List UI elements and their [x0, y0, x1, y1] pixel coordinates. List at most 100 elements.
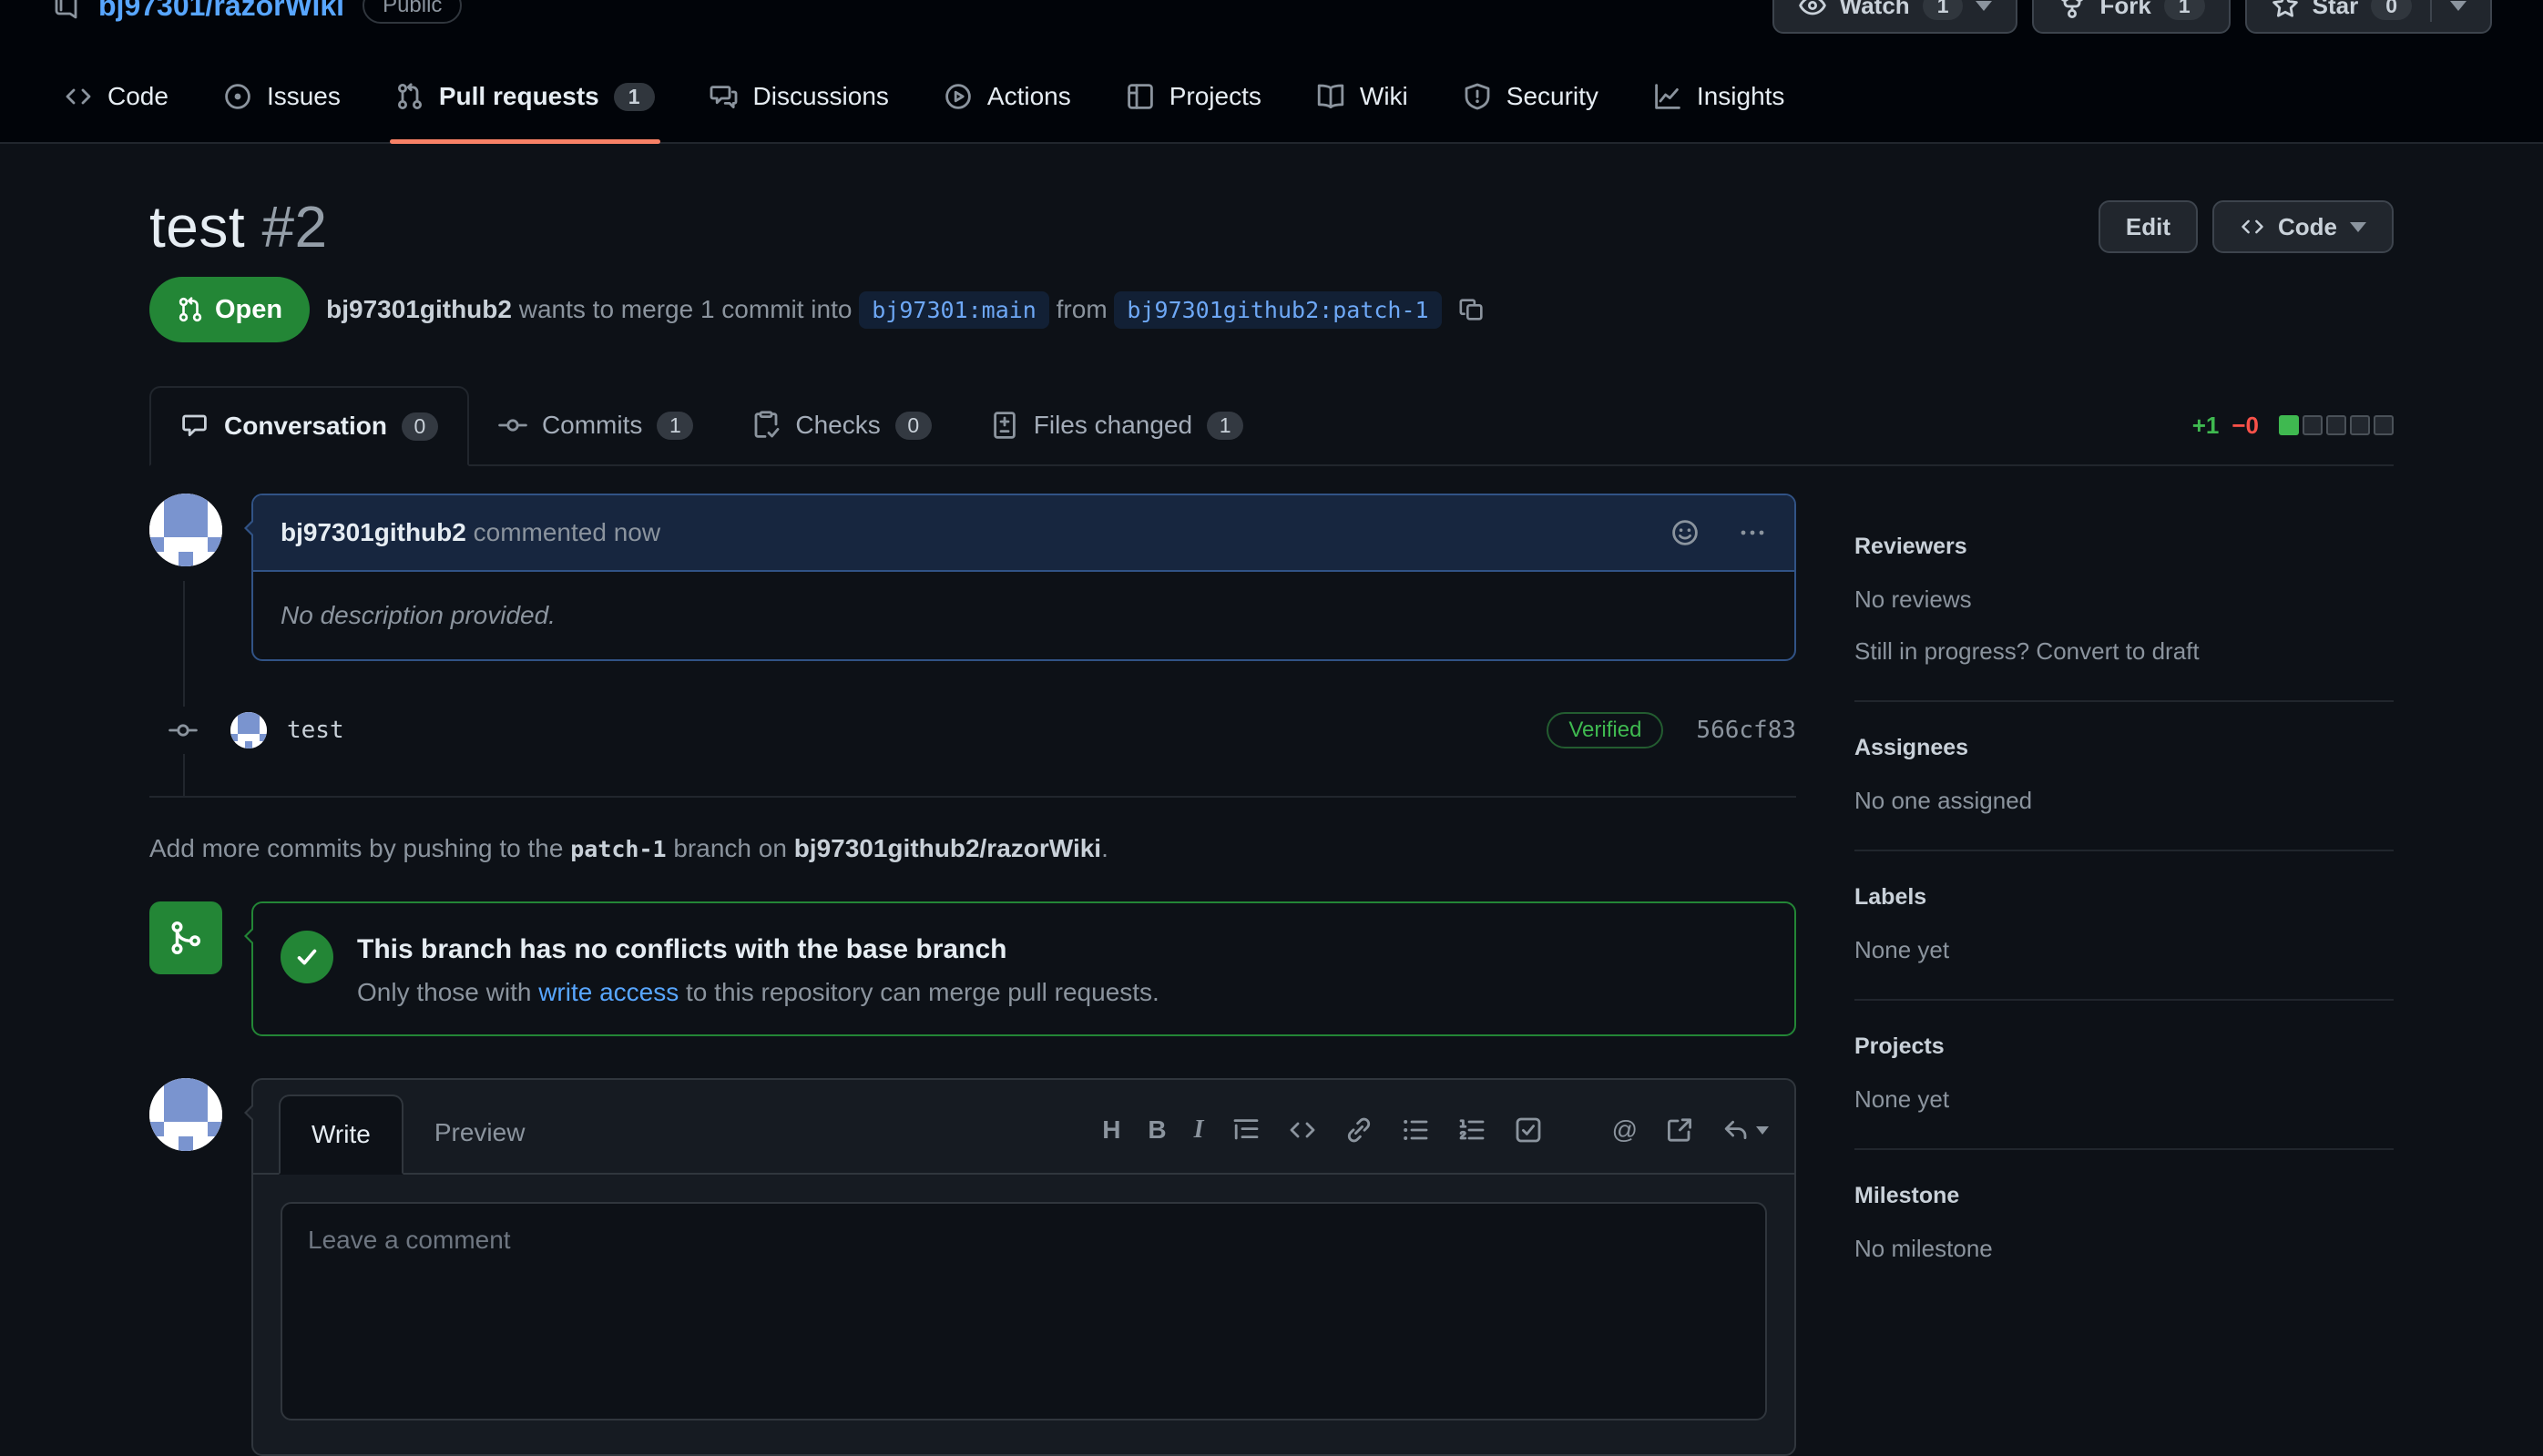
- nav-item-issues[interactable]: Issues: [196, 51, 368, 142]
- quote-icon[interactable]: [1231, 1115, 1261, 1145]
- pr-header: test #2 Edit Code: [149, 193, 2394, 260]
- numbered-list-icon[interactable]: [1457, 1115, 1486, 1145]
- tab-commits[interactable]: Commits 1: [469, 386, 722, 464]
- current-user-avatar[interactable]: [149, 1078, 222, 1151]
- play-icon: [944, 82, 973, 111]
- commit-row: test Verified 566cf83: [149, 707, 1796, 754]
- sidebar-section-assignees[interactable]: Assignees No one assigned: [1854, 735, 2394, 851]
- comment-author-link[interactable]: bj97301github2: [281, 518, 466, 546]
- smiley-icon[interactable]: [1670, 518, 1700, 547]
- divider: [2430, 0, 2432, 22]
- deletions-count: −0: [2232, 412, 2259, 440]
- edit-label: Edit: [2126, 213, 2170, 241]
- kebab-menu-icon[interactable]: [1738, 518, 1767, 547]
- section-title: Assignees: [1854, 735, 2394, 761]
- star-icon: [2271, 0, 2300, 20]
- reply-icon: [1721, 1115, 1751, 1145]
- visibility-badge: Public: [363, 0, 462, 24]
- push-hint-text: .: [1101, 834, 1108, 862]
- tab-preview[interactable]: Preview: [403, 1093, 557, 1173]
- shield-icon: [1463, 82, 1492, 111]
- repo-bold: bj97301github2/razorWiki: [794, 834, 1101, 862]
- pr-status-row: Open bj97301github2 wants to merge 1 com…: [149, 277, 2394, 342]
- mention-icon[interactable]: @: [1612, 1115, 1638, 1145]
- pull-request-icon: [395, 82, 424, 111]
- edit-button[interactable]: Edit: [2099, 200, 2198, 253]
- nav-label: Code: [107, 82, 169, 111]
- avatar[interactable]: [149, 494, 222, 566]
- fork-count: 1: [2164, 0, 2205, 20]
- tab-files-changed[interactable]: Files changed 1: [961, 386, 1272, 464]
- chevron-down-icon: [2450, 1, 2466, 11]
- sidebar-section-reviewers[interactable]: Reviewers No reviews Still in progress? …: [1854, 534, 2394, 702]
- tab-write[interactable]: Write: [279, 1095, 403, 1175]
- chevron-down-icon: [2350, 222, 2366, 232]
- file-diff-icon: [990, 411, 1019, 440]
- tab-label: Conversation: [224, 412, 387, 441]
- watch-button[interactable]: Watch 1: [1772, 0, 2018, 34]
- nav-item-insights[interactable]: Insights: [1626, 51, 1813, 142]
- pr-author-link[interactable]: bj97301github2: [326, 295, 512, 323]
- fork-button[interactable]: Fork 1: [2032, 0, 2230, 34]
- tab-label: Checks: [795, 411, 880, 440]
- additions-count: +1: [2192, 412, 2220, 440]
- sidebar-section-milestone[interactable]: Milestone No milestone: [1854, 1183, 2394, 1298]
- bold-icon[interactable]: B: [1148, 1115, 1166, 1145]
- merge-status-title: This branch has no conflicts with the ba…: [357, 934, 1159, 965]
- base-ref-label[interactable]: bj97301:main: [859, 291, 1049, 329]
- nav-label: Issues: [267, 82, 341, 111]
- commit-author-avatar[interactable]: [230, 712, 267, 748]
- merge-status-box: This branch has no conflicts with the ba…: [251, 901, 1796, 1036]
- write-access-link[interactable]: write access: [538, 978, 679, 1006]
- link-icon[interactable]: [1344, 1115, 1374, 1145]
- nav-item-actions[interactable]: Actions: [916, 51, 1098, 142]
- chevron-down-icon: [1756, 1126, 1769, 1135]
- merge-status-subtitle: Only those with write access to this rep…: [357, 978, 1159, 1007]
- discussions-icon: [710, 82, 739, 111]
- pr-number: #2: [261, 194, 327, 260]
- commit-sha-link[interactable]: 566cf83: [1696, 717, 1796, 744]
- comment-body: No description provided.: [253, 572, 1794, 659]
- tab-label: Files changed: [1034, 411, 1192, 440]
- verified-badge[interactable]: Verified: [1547, 712, 1663, 748]
- nav-item-projects[interactable]: Projects: [1098, 51, 1289, 142]
- commit-message-link[interactable]: test: [287, 717, 344, 744]
- sidebar-section-projects[interactable]: Projects None yet: [1854, 1033, 2394, 1150]
- push-hint-text: Add more commits by pushing to the: [149, 834, 570, 862]
- merge-sub-text: to this repository can merge pull reques…: [679, 978, 1159, 1006]
- star-button[interactable]: Star 0: [2245, 0, 2492, 34]
- repo-icon: [51, 0, 80, 20]
- copy-icon[interactable]: [1458, 296, 1486, 323]
- section-title: Milestone: [1854, 1183, 2394, 1209]
- saved-replies-button[interactable]: [1721, 1115, 1769, 1145]
- nav-item-code[interactable]: Code: [36, 51, 196, 142]
- nav-item-wiki[interactable]: Wiki: [1289, 51, 1435, 142]
- code-icon[interactable]: [1288, 1115, 1317, 1145]
- pr-tabbar: Conversation 0 Commits 1 Checks 0 Files …: [149, 386, 2394, 466]
- head-ref-label[interactable]: bj97301github2:patch-1: [1114, 291, 1441, 329]
- discussion-timeline: bj97301github2 commented now No descript…: [149, 494, 1796, 1456]
- repo-name-link[interactable]: bj97301/razorWiki: [98, 0, 344, 23]
- convert-to-draft-link[interactable]: Convert to draft: [2036, 637, 2199, 665]
- nav-label: Projects: [1169, 82, 1261, 111]
- task-list-icon[interactable]: [1514, 1115, 1543, 1145]
- sidebar-section-labels[interactable]: Labels None yet: [1854, 884, 2394, 1001]
- nav-item-security[interactable]: Security: [1435, 51, 1626, 142]
- section-title: Projects: [1854, 1033, 2394, 1060]
- tab-count: 0: [895, 412, 932, 440]
- tab-checks[interactable]: Checks 0: [722, 386, 960, 464]
- heading-icon[interactable]: H: [1102, 1115, 1120, 1145]
- diff-block-empty: [2374, 415, 2394, 435]
- branch-code: patch-1: [570, 836, 666, 862]
- comment-input[interactable]: [281, 1202, 1767, 1420]
- nav-item-discussions[interactable]: Discussions: [682, 51, 916, 142]
- push-hint-text: branch on: [667, 834, 794, 862]
- bullet-list-icon[interactable]: [1401, 1115, 1430, 1145]
- code-icon: [64, 82, 93, 111]
- chevron-down-icon: [1976, 1, 1992, 11]
- nav-item-pull-requests[interactable]: Pull requests 1: [368, 51, 682, 142]
- tab-conversation[interactable]: Conversation 0: [149, 386, 469, 466]
- italic-icon[interactable]: I: [1194, 1115, 1204, 1145]
- cross-reference-icon[interactable]: [1665, 1115, 1694, 1145]
- code-button[interactable]: Code: [2212, 200, 2394, 253]
